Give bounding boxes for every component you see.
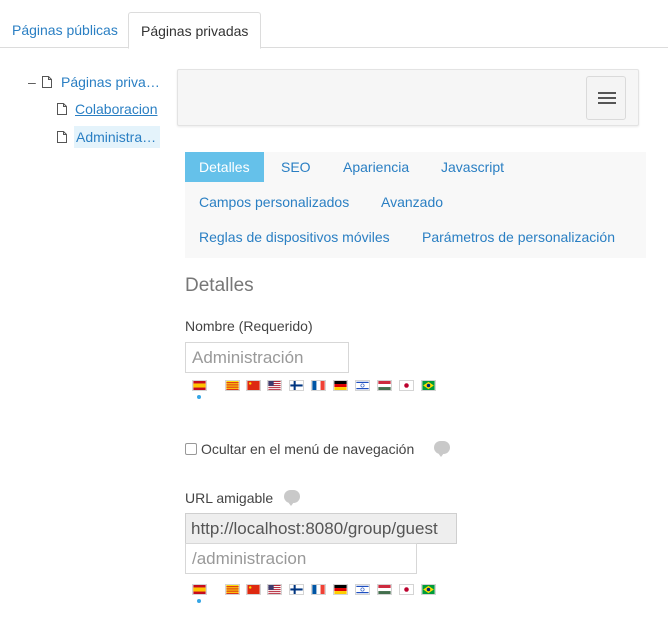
tab-apariencia[interactable]: Apariencia: [329, 152, 423, 182]
hamburger-icon: [598, 102, 616, 104]
flag-jp-icon[interactable]: [399, 584, 414, 595]
flag-jp-icon[interactable]: [399, 380, 414, 391]
tab-avanzado[interactable]: Avanzado: [367, 187, 457, 217]
url-prefix: http://localhost:8080/group/guest: [185, 513, 457, 544]
flag-es-icon[interactable]: [192, 584, 207, 595]
language-selector: [192, 584, 452, 602]
language-selector: [192, 380, 452, 398]
hide-from-nav-label[interactable]: Ocultar en el menú de navegación: [201, 441, 414, 457]
active-language-indicator: [197, 395, 201, 399]
section-title: Detalles: [185, 275, 254, 296]
tab-javascript[interactable]: Javascript: [427, 152, 518, 182]
tab-campos-personalizados[interactable]: Campos personalizados: [185, 187, 363, 217]
flag-de-icon[interactable]: [333, 380, 348, 391]
hide-from-nav-checkbox[interactable]: [185, 443, 197, 455]
tree-item-colaboracion[interactable]: Colaboracion: [0, 98, 170, 120]
tree-item-administracion[interactable]: Administra…: [0, 126, 170, 148]
page-icon: [42, 76, 52, 88]
flag-fi-icon[interactable]: [289, 584, 304, 595]
flag-hu-icon[interactable]: [377, 380, 392, 391]
page-type-tabs: Páginas públicas Páginas privadas: [0, 0, 668, 49]
collapse-icon[interactable]: –: [28, 71, 38, 93]
flag-il-icon[interactable]: [355, 584, 370, 595]
flag-de-icon[interactable]: [333, 584, 348, 595]
tab-private-pages[interactable]: Páginas privadas: [128, 12, 262, 49]
tab-detalles[interactable]: Detalles: [185, 152, 264, 182]
flag-hu-icon[interactable]: [377, 584, 392, 595]
help-icon[interactable]: [434, 441, 450, 457]
tree-item-label[interactable]: Colaboracion: [75, 98, 158, 120]
tab-public-pages[interactable]: Páginas públicas: [0, 12, 130, 49]
flag-fr-icon[interactable]: [311, 584, 326, 595]
tab-seo[interactable]: SEO: [267, 152, 325, 182]
flag-il-icon[interactable]: [355, 380, 370, 391]
tab-reglas-dispositivos[interactable]: Reglas de dispositivos móviles: [185, 222, 404, 252]
friendly-url-label: URL amigable: [185, 490, 274, 506]
flag-br-icon[interactable]: [421, 380, 436, 391]
flag-fr-icon[interactable]: [311, 380, 326, 391]
flag-br-icon[interactable]: [421, 584, 436, 595]
active-language-indicator: [197, 599, 201, 603]
tab-parametros-personalizacion[interactable]: Parámetros de personalización: [408, 222, 629, 252]
page-icon: [57, 103, 67, 115]
help-icon[interactable]: [284, 490, 300, 506]
tree-item-label[interactable]: Administra…: [74, 126, 160, 148]
flag-ca-icon[interactable]: [225, 584, 240, 595]
settings-tabs: Detalles SEO Apariencia Javascript Campo…: [185, 152, 646, 258]
flag-es-icon[interactable]: [192, 380, 207, 391]
hamburger-icon: [598, 97, 616, 99]
menu-button[interactable]: [586, 76, 626, 120]
flag-zh-icon[interactable]: [246, 584, 261, 595]
flag-us-icon[interactable]: [267, 380, 282, 391]
name-input[interactable]: Administración: [185, 342, 349, 373]
flag-us-icon[interactable]: [267, 584, 282, 595]
page-icon: [57, 131, 67, 143]
page-toolbar: [177, 69, 639, 126]
friendly-url-input[interactable]: /administracion: [185, 543, 417, 574]
name-label: Nombre (Requerido): [185, 318, 313, 334]
flag-zh-icon[interactable]: [246, 380, 261, 391]
flag-ca-icon[interactable]: [225, 380, 240, 391]
tree-root-private-pages[interactable]: – Páginas priva…: [0, 71, 170, 93]
tree-item-label[interactable]: Páginas priva…: [61, 71, 160, 93]
hamburger-icon: [598, 92, 616, 94]
flag-fi-icon[interactable]: [289, 380, 304, 391]
